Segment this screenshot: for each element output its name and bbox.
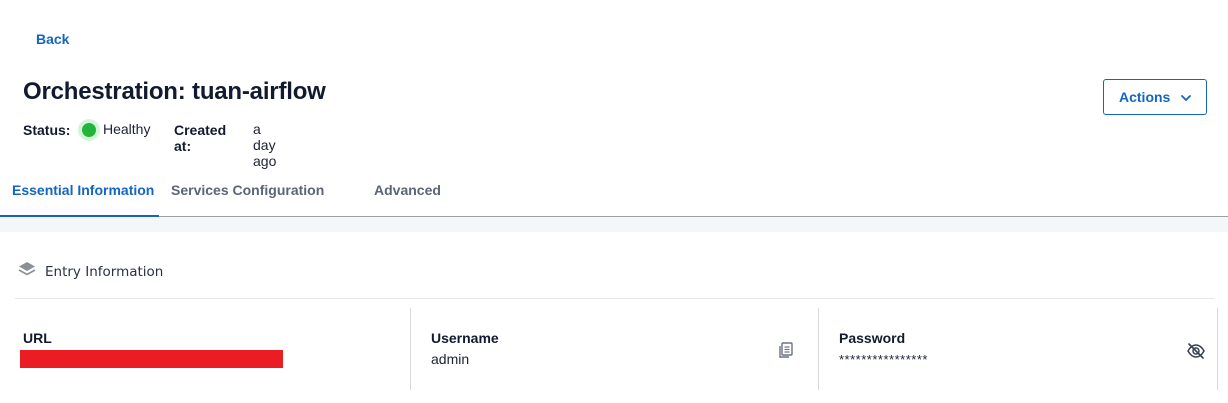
password-label: Password — [839, 330, 906, 346]
password-value: **************** — [839, 352, 928, 367]
content-band — [0, 217, 1228, 232]
status-indicator — [78, 119, 100, 141]
actions-button[interactable]: Actions — [1103, 79, 1207, 115]
copy-icon[interactable] — [777, 341, 795, 364]
url-value-redacted — [20, 350, 283, 368]
created-value: a day ago — [253, 121, 277, 169]
password-field: Password **************** — [818, 308, 1218, 390]
created-label: Created at: — [174, 122, 227, 154]
chevron-down-icon — [1181, 95, 1191, 101]
eye-off-icon[interactable] — [1186, 341, 1206, 366]
tab-advanced[interactable]: Advanced — [374, 166, 441, 217]
url-field: URL — [15, 308, 410, 390]
status-label: Status: — [23, 122, 71, 138]
username-field: Username admin — [410, 308, 818, 390]
back-link[interactable]: Back — [36, 31, 69, 47]
actions-label: Actions — [1119, 89, 1171, 105]
username-label: Username — [431, 330, 499, 346]
username-value: admin — [431, 351, 470, 367]
section-divider — [15, 298, 1215, 299]
url-label: URL — [23, 330, 52, 346]
tab-essential-information[interactable]: Essential Information — [0, 166, 159, 217]
tab-bar: Essential Information Services Configura… — [0, 166, 1228, 217]
section-title: Entry Information — [45, 264, 164, 280]
status-value: Healthy — [103, 121, 151, 137]
tab-services-configuration[interactable]: Services Configuration — [171, 166, 324, 217]
page-title: Orchestration: tuan-airflow — [23, 78, 326, 105]
layers-icon — [18, 262, 36, 276]
status-dot-icon — [82, 123, 96, 137]
